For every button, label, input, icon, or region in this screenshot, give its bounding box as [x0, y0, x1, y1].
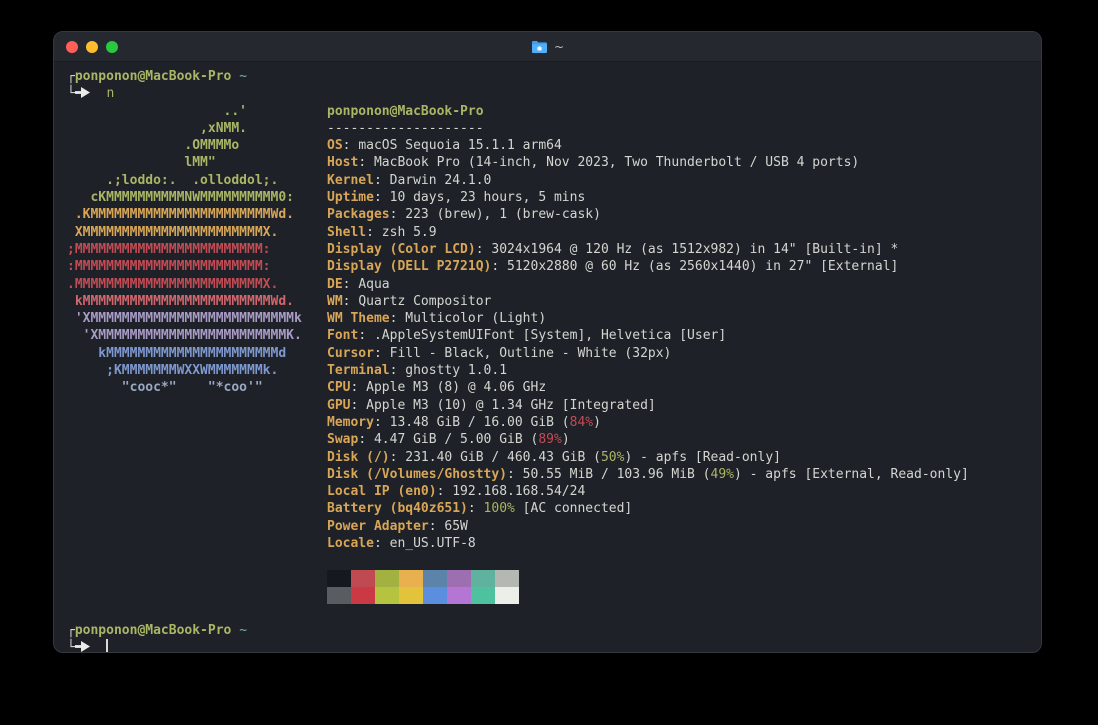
ascii-art-line: "cooc*" "*coo'"	[67, 380, 263, 396]
palette-swatch	[327, 586, 351, 605]
palette-swatch	[375, 586, 399, 605]
info-line: Display (DELL P2721Q): 5120x2880 @ 60 Hz…	[327, 259, 899, 275]
window-title-text: ~	[553, 39, 565, 54]
ascii-art-line: .;loddo:. .olloddol;.	[67, 172, 279, 188]
terminal-content[interactable]: ┌ponponon@MacBook-Pro ~ └ n ..' ,xNMM. .…	[54, 62, 1041, 653]
ascii-art-line: :MMMMMMMMMMMMMMMMMMMMMMMM:	[67, 259, 271, 275]
prompt-arrow-icon	[74, 640, 90, 652]
folder-icon	[531, 40, 547, 53]
palette-swatch	[471, 569, 495, 587]
info-line: Power Adapter: 65W	[327, 518, 468, 534]
info-line: Display (Color LCD): 3024x1964 @ 120 Hz …	[327, 241, 899, 257]
info-line: Memory: 13.48 GiB / 16.00 GiB (84%)	[327, 414, 601, 430]
fetch-info: ponponon@MacBook-Pro --------------------…	[327, 103, 969, 553]
palette-swatch	[327, 569, 351, 587]
info-line: Battery (bq40z651): 100% [AC connected]	[327, 501, 633, 517]
palette-swatch	[471, 586, 495, 605]
prompt-bottom-line1: ┌ponponon@MacBook-Pro ~	[67, 622, 1041, 639]
info-line: Kernel: Darwin 24.1.0	[327, 172, 492, 188]
ascii-art-line: lMM"	[67, 155, 216, 171]
ascii-art-line: cKMMMMMMMMMMNWMMMMMMMMMM0:	[67, 190, 294, 206]
prompt-command: n	[106, 86, 115, 102]
palette-swatch	[351, 569, 375, 587]
ascii-art: ..' ,xNMM. .OMMMMo lMM" .;loddo:. .ollod…	[67, 103, 327, 553]
info-line: Swap: 4.47 GiB / 5.00 GiB (89%)	[327, 432, 570, 448]
prompt-corner-top: ┌	[67, 622, 75, 638]
palette-swatch	[447, 586, 471, 605]
palette-swatch	[447, 569, 471, 587]
palette-swatch	[351, 586, 375, 605]
info-line: Cursor: Fill - Black, Outline - White (3…	[327, 345, 672, 361]
prompt-corner-top: ┌	[67, 69, 75, 84]
ascii-art-line: 'XMMMMMMMMMMMMMMMMMMMMMMMMMMk	[67, 311, 302, 327]
palette-swatch	[423, 569, 447, 587]
info-line: GPU: Apple M3 (10) @ 1.34 GHz [Integrate…	[327, 397, 656, 413]
info-line: Disk (/Volumes/Ghostty): 50.55 MiB / 103…	[327, 466, 969, 482]
palette-swatch	[375, 569, 399, 587]
info-line: Local IP (en0): 192.168.168.54/24	[327, 484, 586, 500]
ascii-art-line: ,xNMM.	[67, 120, 248, 136]
info-line: Locale: en_US.UTF-8	[327, 536, 476, 552]
ascii-art-line: ..'	[67, 103, 248, 119]
info-line: Font: .AppleSystemUIFont [System], Helve…	[327, 328, 727, 344]
info-line: Shell: zsh 5.9	[327, 224, 437, 240]
info-line: Terminal: ghostty 1.0.1	[327, 363, 508, 379]
palette-swatch	[399, 569, 423, 587]
neofetch-output: ..' ,xNMM. .OMMMMo lMM" .;loddo:. .ollod…	[67, 103, 1041, 553]
fetch-separator: --------------------	[327, 120, 484, 136]
ascii-art-line: kMMMMMMMMMMMMMMMMMMMMMMd	[67, 345, 287, 361]
ascii-art-line: XMMMMMMMMMMMMMMMMMMMMMMMX.	[67, 224, 279, 240]
info-line: Packages: 223 (brew), 1 (brew-cask)	[327, 207, 601, 223]
zoom-button[interactable]	[106, 40, 118, 53]
color-palette	[327, 569, 1041, 605]
palette-swatch	[423, 586, 447, 605]
prompt-top-line1: ┌ponponon@MacBook-Pro ~	[67, 68, 1041, 85]
palette-swatch	[399, 586, 423, 605]
fetch-title: ponponon@MacBook-Pro	[327, 103, 484, 119]
ascii-art-line: .OMMMMo	[67, 138, 240, 154]
ascii-art-line: ;MMMMMMMMMMMMMMMMMMMMMMMM:	[67, 241, 271, 257]
traffic-lights	[54, 40, 118, 53]
prompt-user-host: ponponon@MacBook-Pro	[74, 622, 232, 638]
text-cursor	[106, 639, 109, 652]
info-line: WM: Quartz Compositor	[327, 293, 492, 309]
prompt-path: ~	[239, 69, 248, 84]
ascii-art-line: 'XMMMMMMMMMMMMMMMMMMMMMMMMK.	[67, 328, 302, 344]
prompt-corner-bottom: └	[67, 639, 75, 653]
ascii-art-line: kMMMMMMMMMMMMMMMMMMMMMMMMWd.	[67, 293, 294, 309]
ascii-art-line: .MMMMMMMMMMMMMMMMMMMMMMMMX.	[67, 276, 279, 292]
palette-row	[327, 569, 1041, 587]
info-line: WM Theme: Multicolor (Light)	[327, 311, 547, 327]
info-line: Uptime: 10 days, 23 hours, 5 mins	[327, 190, 586, 206]
titlebar[interactable]: ~	[54, 32, 1041, 62]
prompt-corner-bottom: └	[67, 86, 75, 102]
palette-swatch	[495, 569, 519, 587]
info-line: CPU: Apple M3 (8) @ 4.06 GHz	[327, 380, 547, 396]
prompt-user-host: ponponon@MacBook-Pro	[74, 69, 232, 84]
minimize-button[interactable]	[86, 40, 98, 53]
close-button[interactable]	[66, 40, 78, 53]
info-line: DE: Aqua	[327, 276, 390, 292]
window-title: ~	[54, 32, 1041, 61]
ascii-art-line: ;KMMMMMMMWXXWMMMMMMMk.	[67, 363, 279, 379]
prompt-bottom-line2: └	[67, 639, 1041, 653]
prompt-top-line2: └ n	[67, 85, 1041, 102]
prompt-arrow-icon	[74, 87, 90, 99]
info-line: OS: macOS Sequoia 15.1.1 arm64	[327, 138, 562, 154]
prompt-path: ~	[239, 622, 248, 638]
info-line: Host: MacBook Pro (14-inch, Nov 2023, Tw…	[327, 155, 860, 171]
info-line: Disk (/): 231.40 GiB / 460.43 GiB (50%) …	[327, 449, 781, 465]
ascii-art-line: .KMMMMMMMMMMMMMMMMMMMMMMMWd.	[67, 207, 294, 223]
terminal-window: ~ ┌ponponon@MacBook-Pro ~ └ n ..' ,xNMM.…	[53, 31, 1042, 653]
palette-row	[327, 586, 1041, 605]
palette-swatch	[495, 586, 519, 605]
